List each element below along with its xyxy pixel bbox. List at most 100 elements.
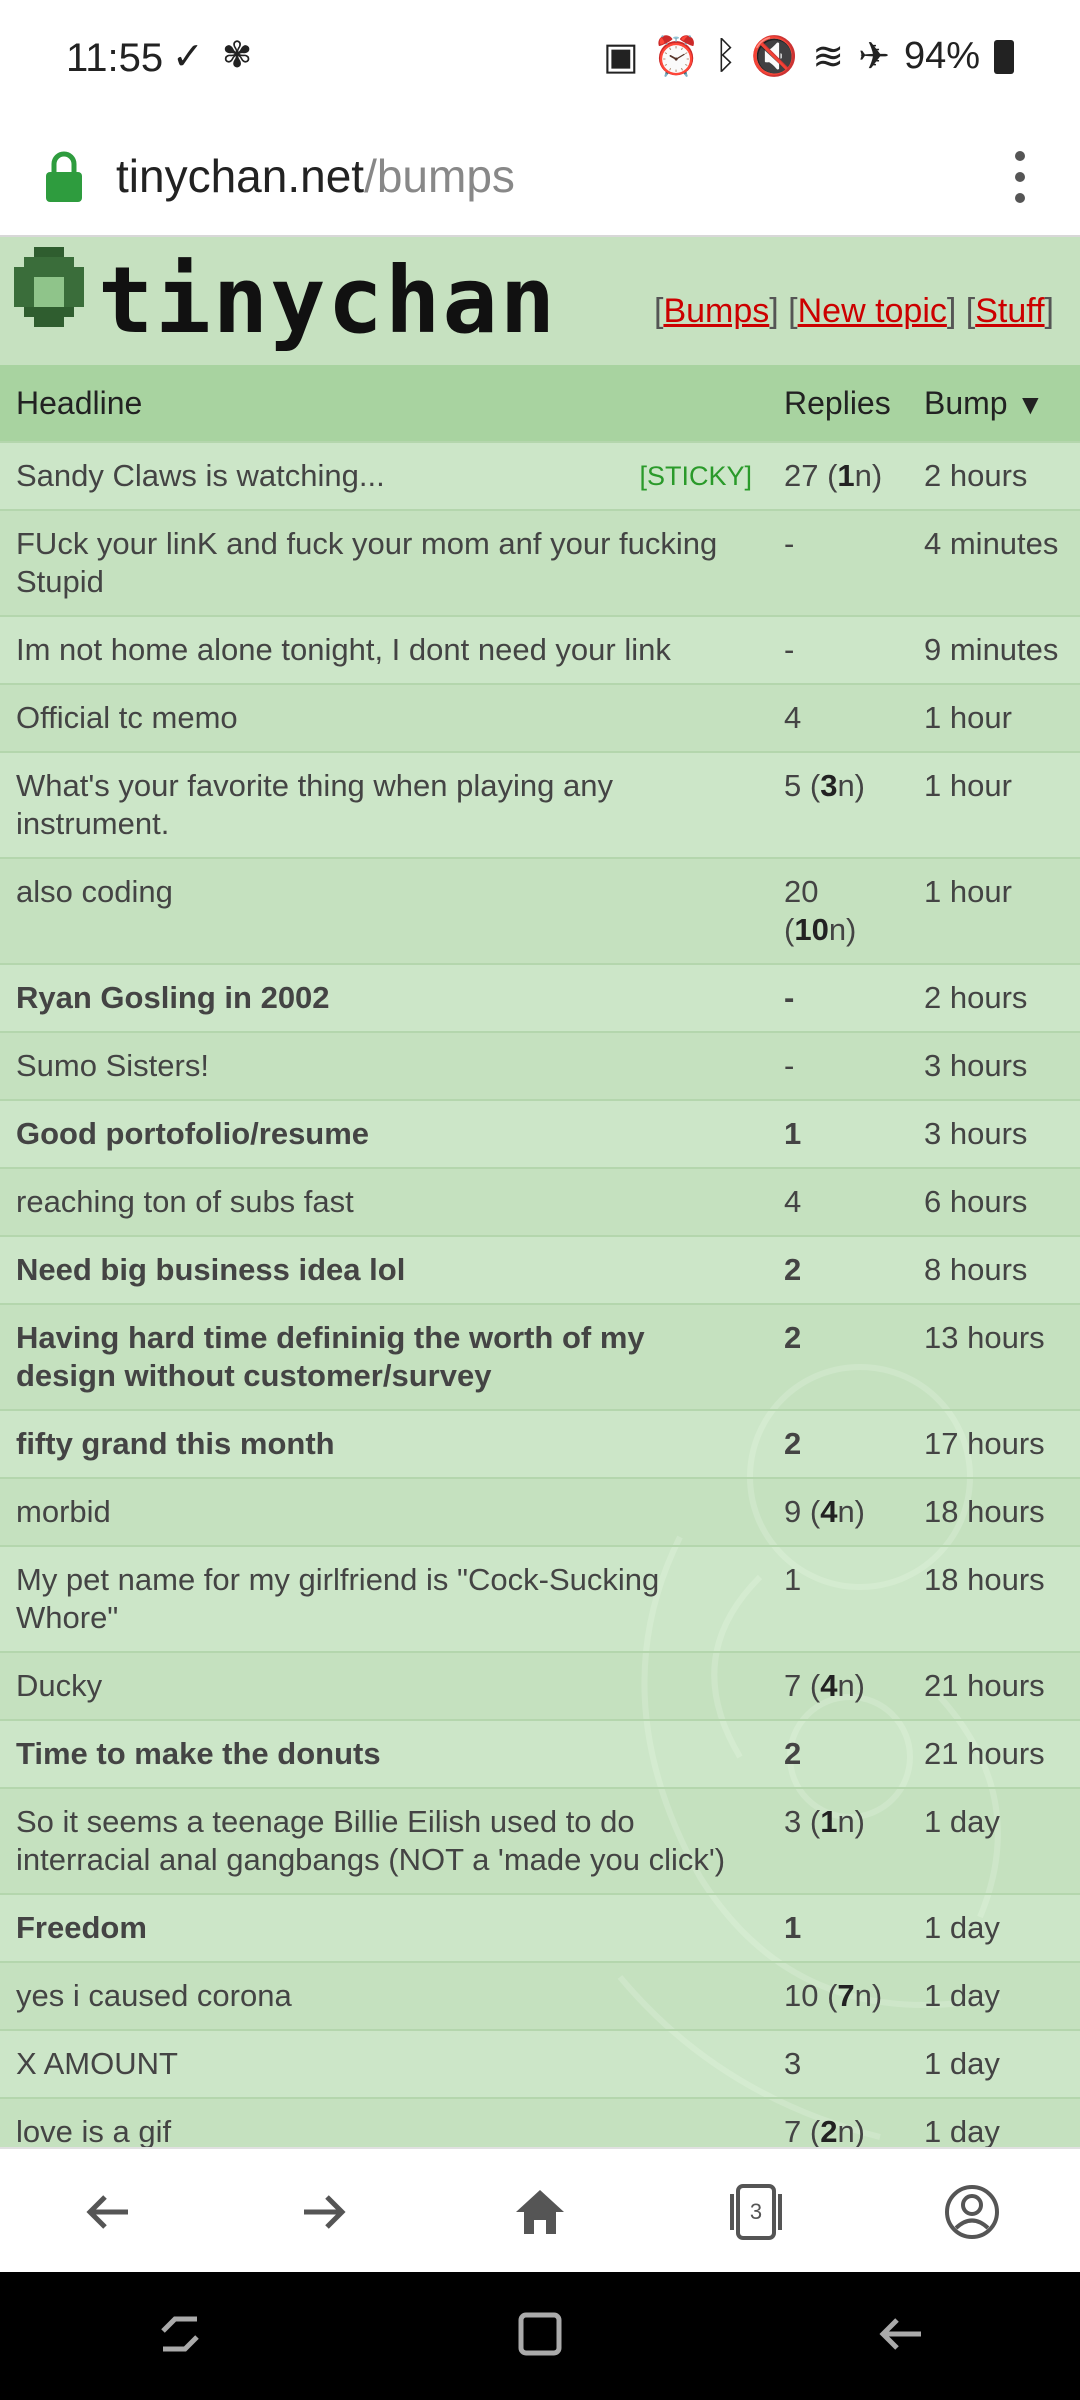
topic-headline-link[interactable]: Having hard time defininig the worth of … (16, 1320, 645, 1393)
table-row[interactable]: morbid 9 (4n) 18 hours (0, 1477, 1080, 1546)
table-row[interactable]: X AMOUNT 3 1 day (0, 2029, 1080, 2098)
bump-time-cell: 3 hours (908, 1031, 1080, 1100)
new-reply-count[interactable]: 3 (820, 768, 837, 803)
stuff-link[interactable]: Stuff (975, 292, 1044, 330)
reply-count: 1 (784, 1116, 802, 1151)
replies-cell: 27 (1n) (768, 441, 908, 510)
bump-time-cell: 1 hour (908, 751, 1080, 858)
topic-headline-link[interactable]: Im not home alone tonight, I dont need y… (16, 632, 671, 667)
table-row[interactable]: Freedom 1 1 day (0, 1893, 1080, 1962)
status-time: 11:55 (66, 36, 164, 80)
account-button[interactable] (932, 2172, 1012, 2252)
topic-headline-link[interactable]: Good portofolio/resume (16, 1116, 369, 1151)
replies-cell: 7 (4n) (768, 1651, 908, 1720)
back-button[interactable] (68, 2172, 148, 2252)
topic-headline-link[interactable]: Sandy Claws is watching... (16, 458, 495, 493)
table-row[interactable]: also coding 20 (10n) 1 hour (0, 857, 1080, 964)
battery-percent: 94% (903, 35, 980, 77)
tabs-button[interactable]: 3 (716, 2172, 796, 2252)
bump-time-cell: 6 hours (908, 1167, 1080, 1236)
table-row[interactable]: fifty grand this month 2 17 hours (0, 1409, 1080, 1478)
topic-headline-link[interactable]: So it seems a teenage Billie Eilish used… (16, 1804, 725, 1877)
new-reply-count[interactable]: 7 (837, 1978, 854, 2013)
table-row[interactable]: Need big business idea lol 2 8 hours (0, 1235, 1080, 1304)
topic-headline-link[interactable]: Time to make the donuts (16, 1736, 381, 1771)
new-reply-count[interactable]: 1 (837, 458, 854, 493)
tinychan-logo-icon[interactable] (14, 247, 84, 327)
topic-headline-link[interactable]: Freedom (16, 1910, 147, 1945)
topic-headline-link[interactable]: Ryan Gosling in 2002 (16, 980, 330, 1015)
bumps-link[interactable]: Bumps (663, 292, 769, 330)
topic-headline-link[interactable]: X AMOUNT (16, 2046, 178, 2081)
bump-time-cell: 1 hour (908, 683, 1080, 752)
table-row[interactable]: Sandy Claws is watching... [STICKY] 27 (1n… (0, 441, 1080, 510)
table-row[interactable]: love is a gif 7 (2n) 1 day (0, 2097, 1080, 2147)
topic-headline-cell: FUck your linK and fuck your mom anf you… (0, 509, 768, 616)
topic-headline-link[interactable]: love is a gif (16, 2114, 171, 2147)
topic-headline-link[interactable]: also coding (16, 874, 173, 909)
column-header-replies[interactable]: Replies (768, 365, 908, 442)
table-row[interactable]: FUck your linK and fuck your mom anf you… (0, 509, 1080, 616)
bump-time-cell: 1 day (908, 1787, 1080, 1894)
bump-time-cell: 13 hours (908, 1303, 1080, 1410)
table-row[interactable]: What's your favorite thing when playing … (0, 751, 1080, 858)
table-row[interactable]: yes i caused corona 10 (7n) 1 day (0, 1961, 1080, 2030)
topic-headline-link[interactable]: morbid (16, 1494, 111, 1529)
table-row[interactable]: Ducky 7 (4n) 21 hours (0, 1651, 1080, 1720)
recents-button[interactable] (155, 2309, 205, 2364)
new-reply-count[interactable]: 1 (820, 1804, 837, 1839)
system-back-button[interactable] (875, 2309, 925, 2364)
replies-cell: 10 (7n) (768, 1961, 908, 2030)
reply-count: 2 (784, 1426, 802, 1461)
table-row[interactable]: So it seems a teenage Billie Eilish used… (0, 1787, 1080, 1894)
topic-headline-link[interactable]: What's your favorite thing when playing … (16, 768, 613, 841)
check-icon: ✓ (172, 36, 204, 78)
table-row[interactable]: Having hard time defininig the worth of … (0, 1303, 1080, 1410)
topic-headline-link[interactable]: Ducky (16, 1668, 102, 1703)
new-reply-count[interactable]: 10 (794, 912, 828, 947)
topic-headline-link[interactable]: My pet name for my girlfriend is "Cock-S… (16, 1562, 659, 1635)
table-row[interactable]: reaching ton of subs fast 4 6 hours (0, 1167, 1080, 1236)
replies-cell: 1 (768, 1099, 908, 1168)
table-row[interactable]: Good portofolio/resume 1 3 hours (0, 1099, 1080, 1168)
square-icon (518, 2312, 562, 2355)
overflow-menu-icon[interactable] (1008, 142, 1032, 212)
replies-cell: 3 (1n) (768, 1787, 908, 1894)
url-text[interactable]: tinychan.net/bumps (116, 136, 515, 216)
topic-headline-link[interactable]: Sumo Sisters! (16, 1048, 209, 1083)
table-row[interactable]: Time to make the donuts 2 21 hours (0, 1719, 1080, 1788)
new-reply-count[interactable]: 4 (820, 1494, 837, 1529)
system-back-icon (879, 2317, 921, 2350)
home-button[interactable] (500, 2172, 580, 2252)
tab-count: 3 (749, 2198, 763, 2224)
new-reply-count[interactable]: 4 (820, 1668, 837, 1703)
forward-button[interactable] (284, 2172, 364, 2252)
new-reply-count[interactable]: 2 (820, 2114, 837, 2147)
topic-headline-link[interactable]: Official tc memo (16, 700, 238, 735)
topic-headline-link[interactable]: fifty grand this month (16, 1426, 335, 1461)
bump-time-cell: 18 hours (908, 1545, 1080, 1652)
table-row[interactable]: Sumo Sisters! - 3 hours (0, 1031, 1080, 1100)
table-row[interactable]: Ryan Gosling in 2002 - 2 hours (0, 963, 1080, 1032)
new-topic-link[interactable]: New topic (798, 292, 947, 330)
reply-count: - (784, 980, 795, 1015)
topic-headline-link[interactable]: reaching ton of subs fast (16, 1184, 354, 1219)
site-logo-text[interactable]: tinychan (98, 251, 557, 351)
forward-arrow-icon (304, 2194, 346, 2229)
system-home-button[interactable] (515, 2309, 565, 2364)
table-row[interactable]: Im not home alone tonight, I dont need y… (0, 615, 1080, 684)
bump-time-cell: 17 hours (908, 1409, 1080, 1478)
replies-cell: 20 (10n) (768, 857, 908, 964)
topic-headline-link[interactable]: yes i caused corona (16, 1978, 292, 2013)
browser-url-bar[interactable]: tinychan.net/bumps (0, 120, 1080, 237)
topic-headline-cell: reaching ton of subs fast (0, 1167, 768, 1236)
bump-time-cell: 1 hour (908, 857, 1080, 964)
table-row[interactable]: Official tc memo 4 1 hour (0, 683, 1080, 752)
top-nav-links: [Bumps] [New topic] [Stuff] (653, 292, 1054, 330)
column-header-headline[interactable]: Headline (0, 365, 768, 442)
table-row[interactable]: My pet name for my girlfriend is "Cock-S… (0, 1545, 1080, 1652)
topic-headline-link[interactable]: FUck your linK and fuck your mom anf you… (16, 526, 717, 599)
column-header-bump[interactable]: Bump ▼ (908, 365, 1080, 442)
topic-headline-link[interactable]: Need big business idea lol (16, 1252, 405, 1287)
wifi-icon: ≋ (812, 36, 845, 78)
